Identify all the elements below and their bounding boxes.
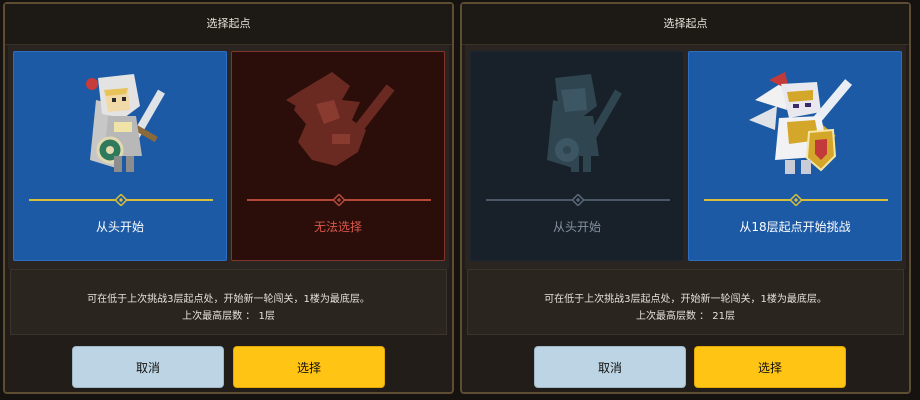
dragon-knight-icon [749,72,853,174]
highest-floor-text: 上次最高层数 ： 1层 [182,311,275,322]
dragon-knight-silhouette-icon [286,72,395,166]
option-label: 从头开始 [552,220,601,234]
diamond-icon [790,194,802,206]
info-rule-text: 可在低于上次挑战3层起点处，开始新一轮闯关，1楼为最底层。 [87,294,370,305]
divider [486,193,670,207]
diamond-icon [115,194,127,206]
option-area: 从头开始 [465,45,906,269]
select-button[interactable]: 选择 [233,346,385,388]
divider [247,193,431,207]
info-rule-text: 可在低于上次挑战3层起点处，开始新一轮闯关，1楼为最底层。 [544,294,827,305]
option-card-unavailable: 无法选择 [231,51,445,261]
cancel-button[interactable]: 取消 [534,346,686,388]
option-label: 从18层起点开始挑战 [739,220,851,234]
start-point-dialog-right: 选择起点 从头开始 从18层起点开始挑战 可在低于上次挑战3层起点处，开始新一轮… [460,2,911,394]
divider [29,193,213,207]
knight-hero-icon [86,74,165,172]
info-box: 可在低于上次挑战3层起点处，开始新一轮闯关，1楼为最底层。 上次最高层数 ： 2… [467,269,904,335]
diamond-icon [572,194,584,206]
info-box: 可在低于上次挑战3层起点处，开始新一轮闯关，1楼为最底层。 上次最高层数 ： 1… [10,269,447,335]
highest-floor-text: 上次最高层数 ： 21层 [635,311,736,322]
start-point-dialog-left: 选择起点 从头开始 无法选择 可在低于上次挑战3层起点处，开始新一轮闯关，1楼为… [3,2,454,394]
select-button[interactable]: 选择 [694,346,846,388]
dialog-title: 选择起点 [462,4,909,45]
option-label: 无法选择 [313,220,362,234]
knight-hero-icon [547,74,622,172]
option-card-start-from-floor-18[interactable]: 从18层起点开始挑战 [688,51,902,261]
game-screen: 选择起点 从头开始 无法选择 可在低于上次挑战3层起点处，开始新一轮闯关，1楼为… [0,0,920,400]
cancel-button[interactable]: 取消 [72,346,224,388]
option-card-start-from-beginning[interactable]: 从头开始 [470,51,684,261]
divider [704,193,888,207]
option-card-start-from-beginning[interactable]: 从头开始 [13,51,227,261]
dialog-title: 选择起点 [5,4,452,45]
diamond-icon [333,194,345,206]
option-label: 从头开始 [95,220,144,234]
option-area: 从头开始 [8,45,449,269]
